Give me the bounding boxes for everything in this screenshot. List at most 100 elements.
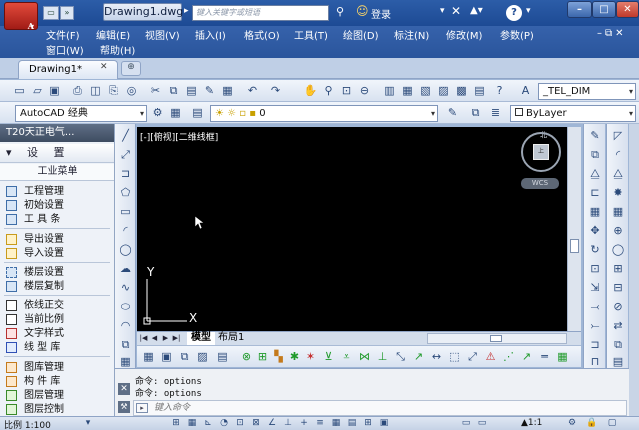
dimension-icon[interactable]: ⤢ — [465, 349, 480, 364]
copy-object-icon[interactable]: ⧉ — [587, 147, 603, 162]
revision-cloud-icon[interactable]: ☁ — [118, 261, 133, 276]
paste-icon[interactable]: ▤ — [184, 83, 199, 98]
properties-icon[interactable]: ▥ — [382, 83, 397, 98]
quick-access-more-icon[interactable]: » — [60, 6, 74, 20]
measure-icon[interactable]: ⊟ — [610, 280, 626, 295]
model-space-icon[interactable]: ▣ — [378, 418, 390, 429]
sheet-set-icon[interactable]: ▨ — [436, 83, 451, 98]
workspace-select[interactable]: AutoCAD 经典 ▾ — [15, 105, 147, 122]
prev-layout-icon[interactable]: ◀ — [150, 333, 159, 344]
vertical-scrollbar[interactable] — [567, 127, 581, 331]
palette-item-initial-settings[interactable]: 初始设置 — [0, 199, 113, 212]
application-menu-button[interactable]: A ▾ — [4, 2, 38, 31]
help-dropdown-icon[interactable]: ▾ — [526, 6, 531, 16]
array-icon[interactable]: ▦ — [587, 204, 603, 219]
tab-close-icon[interactable]: ✕ — [100, 62, 108, 72]
erase-icon[interactable]: ✎ — [587, 128, 603, 143]
new-tab-icon[interactable]: ⊕ — [121, 61, 141, 76]
grid-mode-icon[interactable]: ▦ — [186, 418, 198, 429]
user-icon[interactable]: ☺ — [356, 4, 369, 18]
draworder-icon[interactable]: ⧉ — [610, 337, 626, 352]
palette-sub-header[interactable]: 工业菜单 — [0, 164, 114, 181]
tool-palettes-icon[interactable]: ▧ — [418, 83, 433, 98]
command-prompt-icon[interactable]: ▸ — [136, 403, 148, 413]
copy-icon[interactable]: ⧉ — [166, 83, 181, 98]
fillet-icon[interactable]: ◜ — [610, 147, 626, 162]
clean-screen-icon[interactable]: ▢ — [606, 418, 618, 429]
palette-item-import-settings[interactable]: 导入设置 — [0, 247, 113, 260]
palette-section-header[interactable]: ▾ 设 置 — [0, 144, 114, 163]
login-dropdown-icon[interactable]: ▾ — [440, 6, 445, 16]
plot-icon[interactable]: ⎘ — [106, 83, 121, 98]
otrack-icon[interactable]: ∠ — [266, 418, 278, 429]
title-arrow-icon[interactable]: ▸ — [184, 6, 189, 16]
menu-draw[interactable]: 绘图(D) — [343, 27, 379, 42]
wcs-menu[interactable]: WCS — [521, 178, 559, 189]
offset-icon[interactable]: ⊏ — [587, 185, 603, 200]
command-input[interactable]: 键入命令 — [133, 400, 627, 416]
menu-insert[interactable]: 插入(I) — [195, 27, 226, 42]
palette-title[interactable]: T20天正电气... — [0, 124, 114, 142]
transparency-icon[interactable]: ▦ — [330, 418, 342, 429]
quick-properties-icon[interactable]: ▤ — [346, 418, 358, 429]
open-folder-icon[interactable]: ▱ — [30, 83, 45, 98]
join-icon[interactable]: ⊓ — [587, 354, 603, 369]
menu-edit[interactable]: 编辑(E) — [96, 27, 130, 42]
insert-block-icon[interactable]: ⧉ — [118, 337, 133, 352]
palette-item-orthogonal[interactable]: 依线正交 — [0, 299, 113, 312]
palette-item-floor-settings[interactable]: 楼层设置 — [0, 266, 113, 279]
quick-access-new-icon[interactable]: ▭ — [43, 6, 59, 20]
snap-endpoint-icon[interactable]: ⊗ — [239, 349, 254, 364]
markup-icon[interactable]: ▩ — [454, 83, 469, 98]
calculator-icon[interactable]: ▤ — [472, 83, 487, 98]
close-button[interactable]: ✕ — [616, 1, 639, 18]
autodesk-360-icon[interactable]: ▲▾ — [470, 5, 483, 16]
annotation-scale[interactable]: ▲1:1 — [521, 418, 542, 428]
drawing-area[interactable]: [-][俯视][二维线框] 北 上 WCS Y X — [137, 127, 567, 331]
first-layout-icon[interactable]: |◀ — [139, 333, 148, 344]
snap-nearest-icon[interactable]: ↗ — [411, 349, 426, 364]
snap-node-icon[interactable]: ✱ — [287, 349, 302, 364]
pedit-icon[interactable]: ▦ — [610, 204, 626, 219]
menu-help[interactable]: 帮助(H) — [100, 42, 135, 57]
table-icon[interactable]: ▤ — [215, 349, 230, 364]
hatch-icon[interactable]: ▨ — [195, 349, 210, 364]
mirror-object-icon[interactable]: ⧋ — [587, 166, 603, 181]
login-link[interactable]: 登录 — [371, 6, 391, 21]
vertical-scroll-thumb[interactable] — [570, 239, 579, 253]
snap-intersection-icon[interactable]: ⊻ — [321, 349, 336, 364]
lineweight-icon[interactable]: ≡ — [314, 418, 326, 429]
divide-icon[interactable]: ⊞ — [610, 261, 626, 276]
break-icon[interactable]: ⊐ — [587, 337, 603, 352]
osnap-icon[interactable]: ⊡ — [234, 418, 246, 429]
menu-parametric[interactable]: 参数(P) — [500, 27, 534, 42]
horizontal-scroll-thumb[interactable] — [490, 335, 502, 342]
palette-item-component-library[interactable]: 构 件 库 — [0, 375, 113, 388]
layer-select[interactable]: ☀ ☼ ▫ ▪ 0 ▾ — [210, 105, 438, 122]
trim-icon[interactable]: ⤙ — [587, 299, 603, 314]
workspace-settings-icon[interactable]: ⚙ — [150, 105, 165, 120]
rotate-icon[interactable]: ↻ — [587, 242, 603, 257]
layer-states-icon[interactable]: ≣ — [488, 105, 503, 120]
move-icon[interactable]: ✥ — [587, 223, 603, 238]
overkill-icon[interactable]: ⊘ — [610, 299, 626, 314]
last-layout-icon[interactable]: ▶| — [172, 333, 181, 344]
make-current-layer-icon[interactable]: ✎ — [445, 105, 460, 120]
dimstyle-select[interactable]: _TEL_DIM ▾ — [538, 83, 636, 100]
selection-cycling-icon[interactable]: ⊞ — [362, 418, 374, 429]
snap-center-icon[interactable]: ▚ — [271, 349, 286, 364]
explode-icon[interactable]: ✸ — [610, 185, 626, 200]
scale-object-icon[interactable]: ⊡ — [587, 261, 603, 276]
snap-none-icon[interactable]: ⬚ — [447, 349, 462, 364]
properties-panel-icon[interactable]: ▤ — [610, 354, 626, 369]
3d-osnap-icon[interactable]: ⊠ — [250, 418, 262, 429]
match-properties-icon[interactable]: ✎ — [202, 83, 217, 98]
polyline-icon[interactable]: ⊐ — [118, 166, 133, 181]
polar-tracking-icon[interactable]: ◔ — [218, 418, 230, 429]
ortho-mode-icon[interactable]: ⊾ — [202, 418, 214, 429]
palette-item-floor-copy[interactable]: 楼层复制 — [0, 280, 113, 293]
menu-view[interactable]: 视图(V) — [145, 27, 180, 42]
quick-view-layouts-icon[interactable]: ▭ — [460, 418, 472, 429]
dyn-input-icon[interactable]: + — [298, 418, 310, 429]
ellipse-arc-icon[interactable]: ◠ — [118, 318, 133, 333]
